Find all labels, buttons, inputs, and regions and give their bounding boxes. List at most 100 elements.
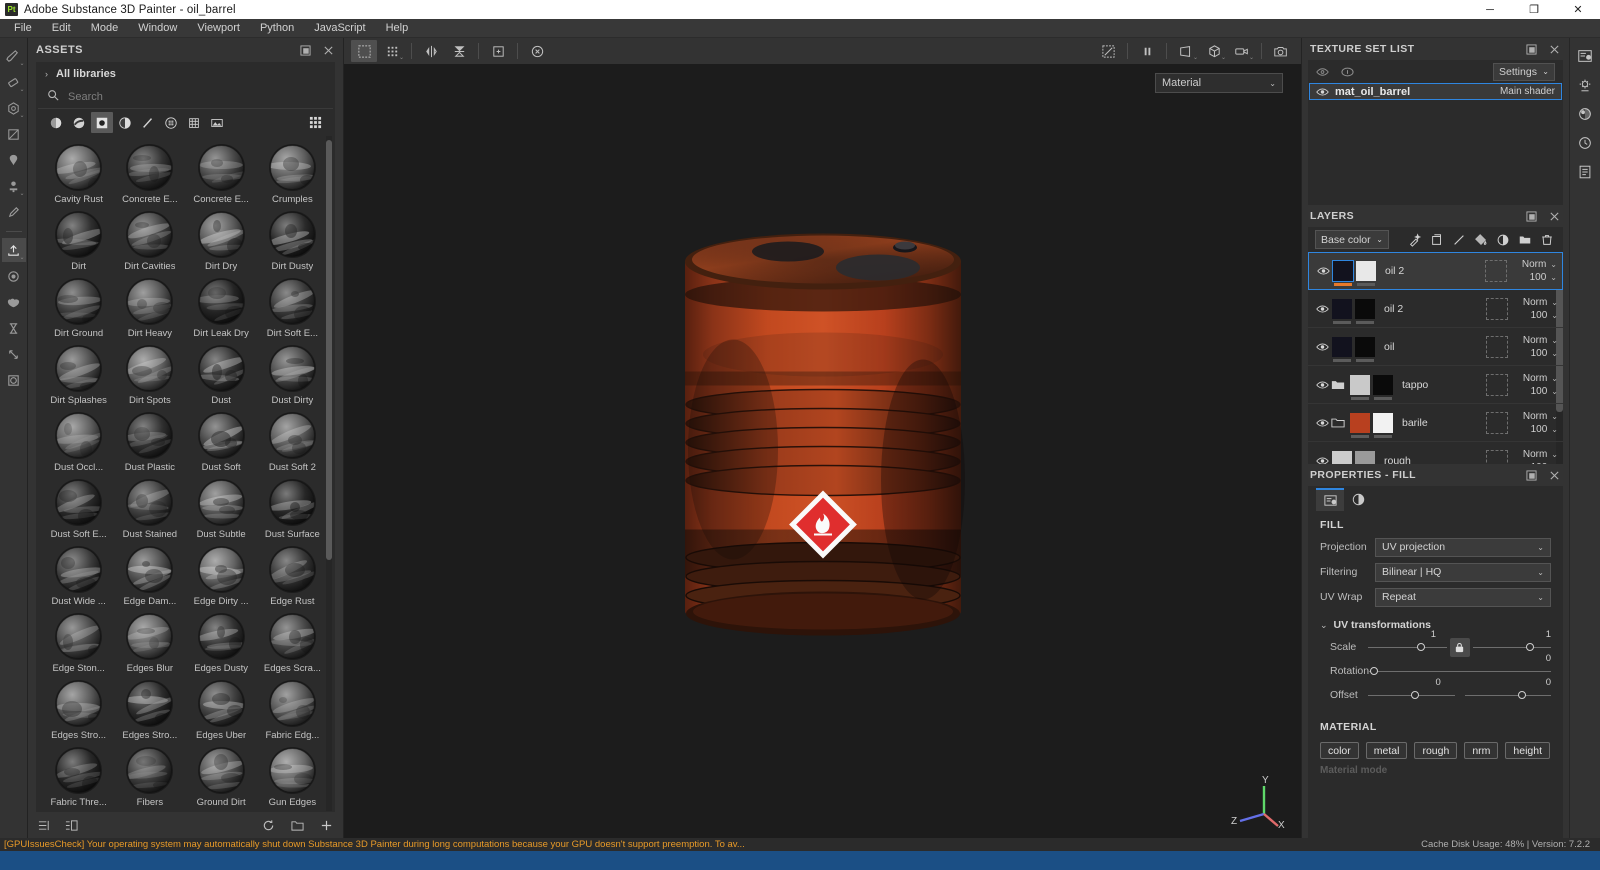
asset-item[interactable]: Fabric Thre...: [43, 743, 114, 810]
polygon-fill-icon[interactable]: [2, 122, 26, 146]
layer-row[interactable]: tappo Norm ⌄ 100 ⌄: [1308, 366, 1563, 404]
layer-mask-thumbnail[interactable]: [1356, 261, 1376, 286]
asset-item[interactable]: Edges Stro...: [114, 676, 185, 743]
close-icon[interactable]: [1548, 469, 1561, 482]
layer-row[interactable]: oil 2 Norm ⌄ 100 ⌄: [1308, 252, 1563, 290]
clone-stamp-icon[interactable]: ⌄: [2, 174, 26, 198]
asset-item[interactable]: Dirt Leak Dry: [186, 274, 257, 341]
asset-item[interactable]: Dust Dirty: [257, 341, 328, 408]
toggle-visibility-icon[interactable]: [1316, 65, 1329, 78]
filter-textures-icon[interactable]: [183, 112, 205, 133]
texture-set-shader[interactable]: Main shader: [1500, 86, 1555, 97]
menu-help[interactable]: Help: [376, 19, 419, 38]
breadcrumb[interactable]: › All libraries: [37, 63, 334, 85]
shading-mode-icon[interactable]: ⌄: [1201, 40, 1227, 62]
grid-view-icon[interactable]: [304, 112, 326, 133]
float-panel-icon[interactable]: [299, 44, 312, 57]
material-channel-nrm[interactable]: nrm: [1464, 742, 1499, 759]
menu-javascript[interactable]: JavaScript: [304, 19, 375, 38]
layer-opacity[interactable]: 100: [1531, 386, 1548, 397]
layer-row[interactable]: rough Norm ⌄100⌄: [1308, 442, 1563, 464]
oil-barrel-model[interactable]: [643, 200, 1003, 703]
menu-mode[interactable]: Mode: [81, 19, 129, 38]
layer-content-thumbnail[interactable]: [1332, 260, 1354, 286]
layer-blend-mode[interactable]: Norm: [1523, 297, 1547, 308]
texture-set-settings-button[interactable]: Settings ⌄: [1493, 62, 1555, 81]
offset-slider-v[interactable]: 0: [1464, 677, 1551, 703]
close-icon[interactable]: [322, 44, 335, 57]
lock-icon[interactable]: [1449, 637, 1470, 657]
3d-viewport[interactable]: Material ⌄ Y Z X: [344, 64, 1301, 838]
geometry-decal-icon[interactable]: [2, 148, 26, 172]
asset-item[interactable]: Edge Dirty ...: [186, 542, 257, 609]
layer-opacity[interactable]: 100: [1531, 310, 1548, 321]
detail-view-icon[interactable]: [65, 819, 78, 832]
layer-mask-thumbnail[interactable]: [1373, 412, 1393, 438]
layer-content-thumbnail[interactable]: [1332, 336, 1352, 362]
add-mask-placeholder[interactable]: [1486, 335, 1508, 358]
folder-icon[interactable]: [1331, 417, 1347, 429]
texture-set-row-mat-oil-barrel[interactable]: mat_oil_barrel Main shader: [1309, 83, 1562, 100]
asset-item[interactable]: Edge Dam...: [114, 542, 185, 609]
symmetry-icon[interactable]: [418, 40, 444, 62]
asset-item[interactable]: Dust Stained: [114, 475, 185, 542]
add-mask-placeholder[interactable]: [1486, 297, 1508, 320]
axis-gizmo[interactable]: Y Z X: [1230, 770, 1288, 831]
asset-item[interactable]: Dirt Cavities: [114, 207, 185, 274]
add-mask-placeholder[interactable]: [1486, 373, 1508, 396]
layer-blend-mode[interactable]: Norm: [1523, 449, 1547, 460]
filter-all-icon[interactable]: [45, 112, 67, 133]
folder-icon[interactable]: [1331, 379, 1347, 391]
layer-mask-thumbnail[interactable]: [1355, 450, 1375, 464]
layer-blend-mode[interactable]: Norm: [1523, 335, 1547, 346]
scale-slider-u[interactable]: 1: [1368, 629, 1447, 655]
float-panel-icon[interactable]: [1525, 43, 1538, 56]
selection-mode-icon[interactable]: [351, 40, 377, 62]
rotation-slider[interactable]: 0: [1368, 653, 1551, 679]
add-mask-placeholder[interactable]: [1486, 449, 1508, 464]
material-channel-rough[interactable]: rough: [1414, 742, 1458, 759]
add-generator-icon[interactable]: [1471, 230, 1490, 249]
asset-item[interactable]: Dirt Splashes: [43, 341, 114, 408]
shader-settings-icon[interactable]: [1573, 72, 1597, 97]
asset-item[interactable]: Dust: [186, 341, 257, 408]
filter-masks-icon[interactable]: [114, 112, 136, 133]
minimize-button[interactable]: ─: [1468, 0, 1512, 19]
asset-item[interactable]: Dust Soft: [186, 408, 257, 475]
material-channel-height[interactable]: height: [1505, 742, 1551, 759]
asset-item[interactable]: Dirt Ground: [43, 274, 114, 341]
menu-file[interactable]: File: [4, 19, 42, 38]
color-picker-icon[interactable]: [2, 200, 26, 224]
open-folder-icon[interactable]: [291, 819, 304, 832]
asset-item[interactable]: Edges Stro...: [43, 676, 114, 743]
asset-item[interactable]: Edges Scra...: [257, 609, 328, 676]
add-paint-layer-icon[interactable]: [1449, 230, 1468, 249]
blur-icon[interactable]: [2, 316, 26, 340]
search-input[interactable]: [68, 90, 324, 103]
texture-set-settings-icon[interactable]: [1573, 101, 1597, 126]
camera-mode-icon[interactable]: ⌄: [1229, 40, 1255, 62]
stencil-icon[interactable]: [2, 368, 26, 392]
uv-grid-icon[interactable]: ⌄: [379, 40, 405, 62]
delete-layer-icon[interactable]: [1537, 230, 1556, 249]
asset-item[interactable]: Dirt: [43, 207, 114, 274]
layer-opacity[interactable]: 100: [1531, 348, 1548, 359]
asset-item[interactable]: Ground Dirt: [186, 743, 257, 810]
asset-item[interactable]: [43, 810, 114, 811]
eye-icon[interactable]: [1315, 418, 1329, 428]
maximize-button[interactable]: ❐: [1512, 0, 1556, 19]
asset-item[interactable]: [114, 810, 185, 811]
layer-blend-mode[interactable]: Norm: [1523, 411, 1547, 422]
filter-smart-materials-icon[interactable]: [91, 112, 113, 133]
asset-item[interactable]: Concrete E...: [114, 140, 185, 207]
eye-icon[interactable]: [1316, 266, 1330, 276]
close-button[interactable]: ✕: [1556, 0, 1600, 19]
asset-item[interactable]: Edges Uber: [186, 676, 257, 743]
float-panel-icon[interactable]: [1525, 469, 1538, 482]
asset-item[interactable]: Gun Edges: [257, 743, 328, 810]
asset-item[interactable]: [257, 810, 328, 811]
history-icon[interactable]: [1573, 130, 1597, 155]
add-mask-placeholder[interactable]: [1485, 260, 1507, 282]
asset-item[interactable]: Fabric Edg...: [257, 676, 328, 743]
float-panel-icon[interactable]: [1525, 210, 1538, 223]
